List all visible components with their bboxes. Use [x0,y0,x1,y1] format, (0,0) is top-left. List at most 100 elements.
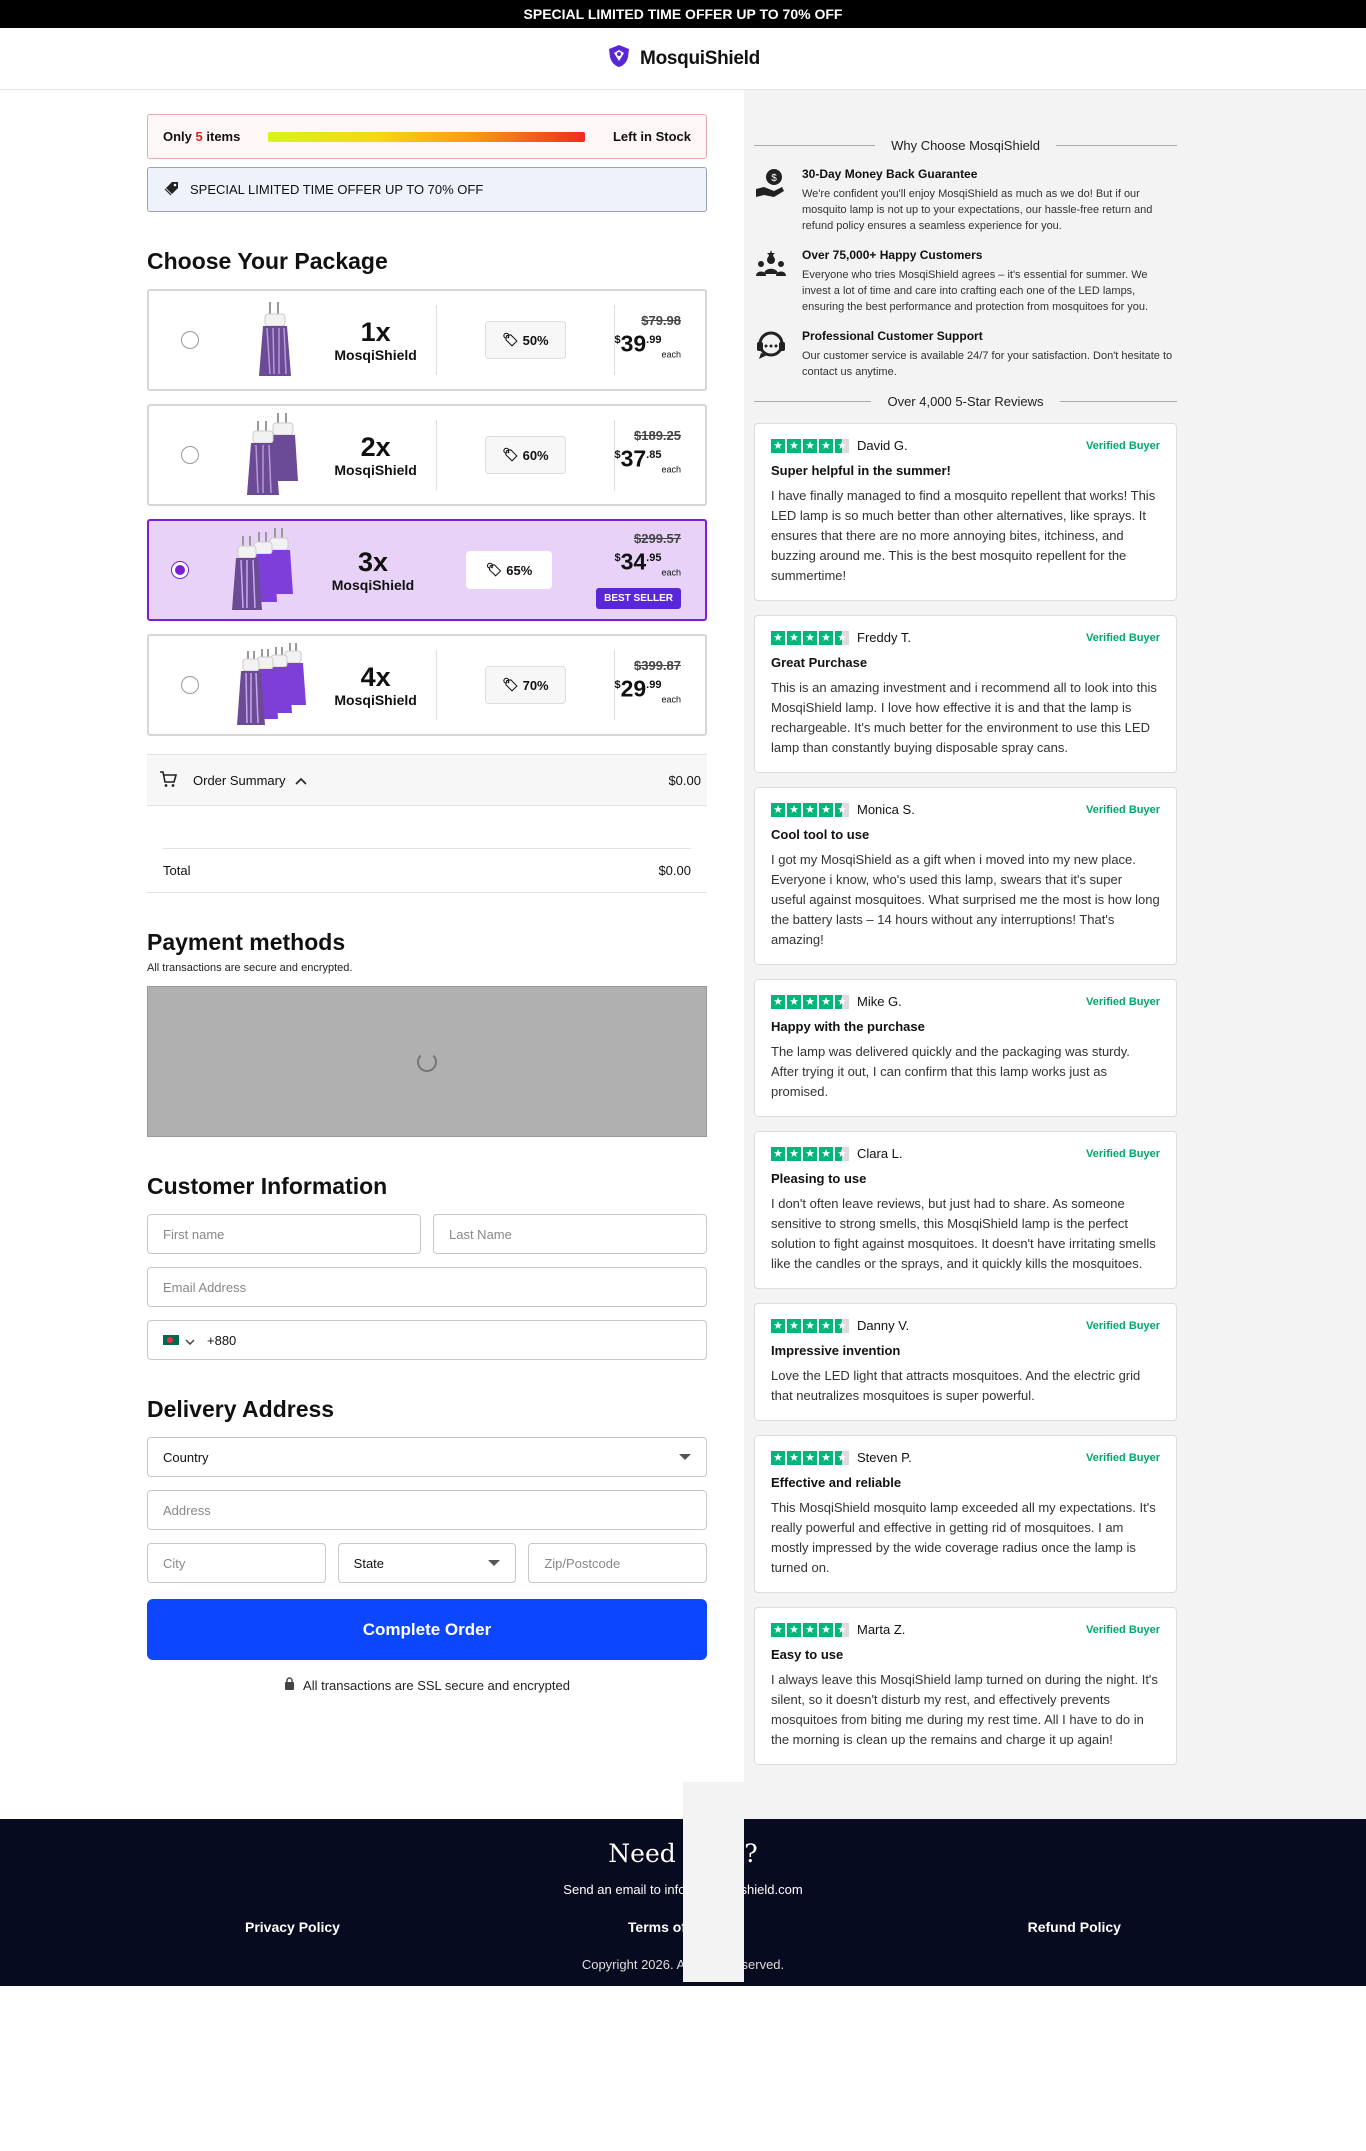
state-value: State [353,1555,385,1571]
reviews-title-text: Over 4,000 5-Star Reviews [887,394,1044,409]
cart-icon [159,770,178,791]
star-icon: ★ [771,438,785,453]
package-option-1[interactable]: 1x MosqiShield 🏷 50% $79.98 $39.99each [147,289,707,391]
star-icon: ★ [835,802,849,817]
review-text: I got my MosqiShield as a gift when i mo… [771,852,1160,947]
package-qty: 2x [360,432,391,462]
star-icon: ★ [819,438,833,453]
email-input[interactable]: Email Address [147,1267,707,1307]
stock-prefix: Only [163,129,192,144]
discount-value: 50% [522,332,549,348]
address-input[interactable]: Address [147,1490,707,1530]
star-icon: ★ [819,1146,833,1161]
ssl-text: All transactions are SSL secure and encr… [303,1677,570,1693]
lock-icon [284,1677,295,1693]
price-whole: 39 [620,331,647,358]
discount-badge: 🏷 60% [485,436,566,474]
star-icon: ★ [803,438,817,453]
order-summary-toggle[interactable]: Order Summary $0.00 [147,754,707,806]
product-image [213,528,323,612]
caret-down-icon [488,1560,501,1566]
star-icon: ★ [803,630,817,645]
caret-down-icon [679,1454,691,1460]
price-each: each [661,464,681,475]
review-card: ★ ★ ★ ★ ★ Mike G. Verified Buyer Happy with the… [754,979,1177,1117]
package-option-3[interactable]: 3x MosqiShield 🏷 65% $299.57 $34.95each B… [147,519,707,621]
price-cents: .95 [646,551,662,564]
reviewer-name: Danny V. [857,1318,910,1333]
star-icon: ★ [787,630,801,645]
rating-stars: ★ ★ ★ ★ ★ [771,1318,849,1333]
tag-icon: 🏷 [502,332,519,347]
star-icon: ★ [835,1146,849,1161]
price-each: each [661,694,681,705]
star-icon: ★ [787,1622,801,1637]
reviewer-name: Steven P. [857,1450,912,1465]
package-radio[interactable] [181,676,199,694]
price-cents: .99 [646,334,662,347]
stock-suffix: items [206,129,241,144]
country-value: Country [163,1449,209,1465]
refund-policy-link[interactable]: Refund Policy [1028,1919,1121,1935]
old-price: $399.87 [634,658,681,674]
review-title: Pleasing to use [771,1171,867,1186]
privacy-policy-link[interactable]: Privacy Policy [245,1919,340,1935]
reviewer-name: Marta Z. [857,1622,906,1637]
package-title: Choose Your Package [147,248,388,274]
star-icon: ★ [819,1450,833,1465]
package-radio-selected[interactable] [171,561,189,579]
price-each: each [661,567,681,578]
brand-name[interactable]: MosquiShield [640,48,760,70]
verified-badge: Verified Buyer [1086,995,1160,1008]
loading-spinner-icon [417,1051,437,1072]
package-radio[interactable] [181,331,199,349]
discount-value: 65% [506,562,533,578]
old-price: $299.57 [634,530,681,546]
package-name: MosqiShield [334,692,417,708]
feature-title: Over 75,000+ Happy Customers [802,248,983,262]
discount-badge: 🏷 70% [485,666,566,704]
last-name-input[interactable]: Last Name [433,1214,707,1254]
discount-badge: 🏷 50% [485,321,566,359]
phone-input[interactable]: +880 [147,1320,707,1360]
ssl-note: All transactions are SSL secure and encr… [147,1677,707,1693]
review-text: The lamp was delivered quickly and the p… [771,1044,1130,1099]
checkout-column: Only 5 items Left in Stock SPECIAL LIMIT… [0,90,744,1819]
payment-widget[interactable] [147,986,707,1137]
review-title: Super helpful in the summer! [771,463,951,478]
verified-badge: Verified Buyer [1086,1623,1160,1636]
phone-value: +880 [207,1332,237,1348]
package-option-4[interactable]: 4x MosqiShield 🏷 70% $399.87 $29.99each [147,634,707,736]
package-option-2[interactable]: 2x MosqiShield 🏷 60% $189.25 $37.85each [147,404,707,506]
zip-input[interactable]: Zip/Postcode [528,1543,708,1583]
state-select[interactable]: State [337,1543,517,1583]
price-cents: .99 [646,679,662,692]
price-whole: 29 [620,676,647,703]
product-image [219,413,329,497]
promo-topbar: SPECIAL LIMITED TIME OFFER UP TO 70% OFF [0,0,1366,28]
verified-badge: Verified Buyer [1086,439,1160,452]
rating-stars: ★ ★ ★ ★ ★ [771,438,849,453]
country-select[interactable]: Country [147,1437,707,1477]
shield-logo-icon[interactable] [606,43,632,74]
bangladesh-flag-icon[interactable] [163,1335,179,1345]
unit-price: $37.85each [614,443,681,481]
rating-stars: ★ ★ ★ ★ ★ [771,1450,849,1465]
first-name-input[interactable]: First name [147,1214,421,1254]
star-icon: ★ [787,1450,801,1465]
review-text: I always leave this MosqiShield lamp tur… [771,1672,1158,1747]
customers-icon [754,248,788,282]
city-input[interactable]: City [147,1543,326,1583]
star-icon: ★ [835,1318,849,1333]
review-title: Effective and reliable [771,1475,902,1490]
why-title-text: Why Choose MosqiShield [891,138,1040,153]
verified-badge: Verified Buyer [1086,1451,1160,1464]
chevron-down-icon[interactable] [185,1333,195,1348]
reviewer-name: Clara L. [857,1146,903,1161]
complete-order-button[interactable]: Complete Order [147,1599,707,1660]
money-back-icon: $ [754,167,788,201]
star-icon: ★ [803,1146,817,1161]
package-radio[interactable] [181,446,199,464]
rating-stars: ★ ★ ★ ★ ★ [771,994,849,1009]
star-icon: ★ [771,1146,785,1161]
